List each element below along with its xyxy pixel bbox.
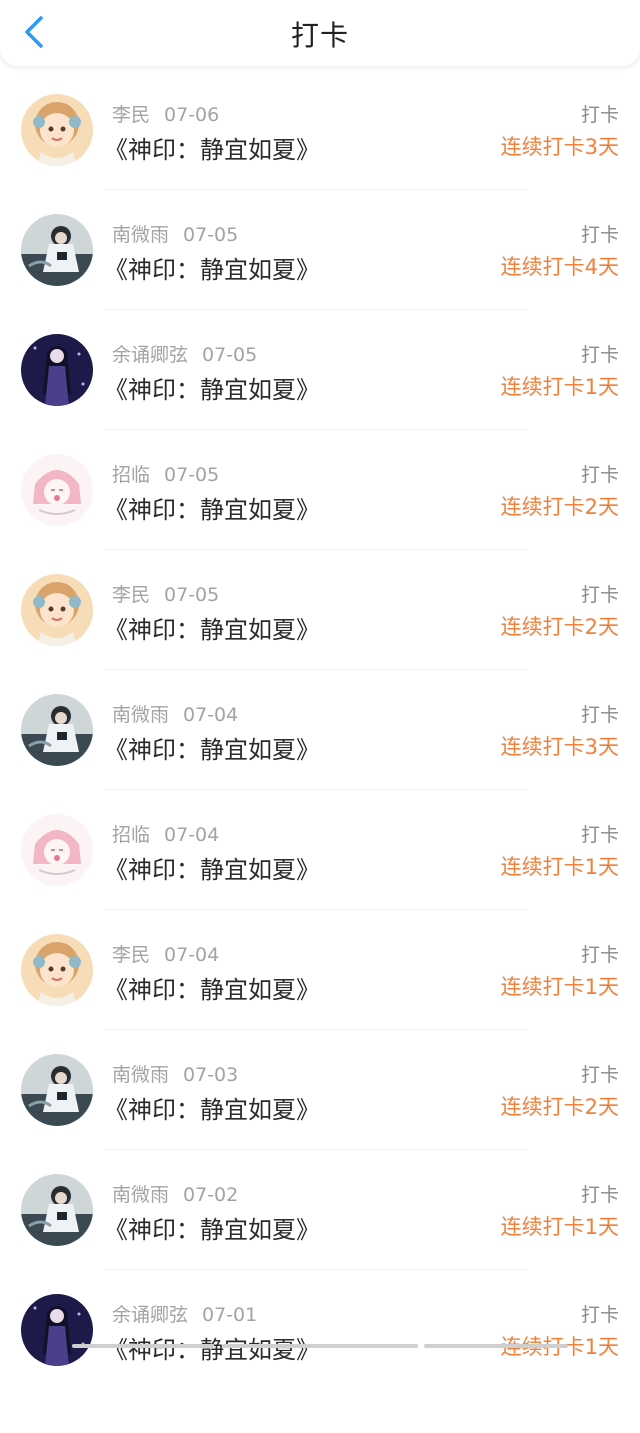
username[interactable]: 招临 [112, 824, 150, 846]
username[interactable]: 南微雨 [112, 224, 169, 246]
checkin-date: 07-01 [202, 1304, 258, 1326]
streak-label: 连续打卡1天 [500, 975, 619, 999]
divider [104, 309, 528, 310]
avatar[interactable] [21, 574, 93, 646]
book-title[interactable]: 《神印：静宜如夏》 [104, 850, 320, 885]
divider [104, 1149, 528, 1150]
username[interactable]: 余诵卿弦 [112, 344, 188, 366]
avatar[interactable] [21, 214, 93, 286]
book-title[interactable]: 《神印：静宜如夏》 [104, 130, 320, 165]
nav-header: 打卡 [0, 0, 640, 66]
checkin-tag: 打卡 [580, 1304, 619, 1326]
streak-label: 连续打卡1天 [500, 855, 619, 879]
checkin-date: 07-02 [183, 1184, 239, 1206]
list-item[interactable]: 南微雨 07-05 《神印：静宜如夏》 打卡 连续打卡4天 [0, 214, 640, 353]
username[interactable]: 李民 [112, 584, 150, 606]
divider [104, 1269, 528, 1270]
checkin-date: 07-06 [164, 104, 220, 126]
checkin-date: 07-03 [183, 1064, 239, 1086]
list-item[interactable]: 余诵卿弦07-01 《神印：静宜如夏》 打卡 连续打卡1天 [0, 1294, 640, 1433]
book-title[interactable]: 《神印：静宜如夏》 [104, 610, 320, 645]
checkin-date: 07-05 [164, 584, 220, 606]
username[interactable]: 南微雨 [112, 1184, 169, 1206]
username[interactable]: 李民 [112, 944, 150, 966]
checkin-tag: 打卡 [580, 224, 619, 246]
book-title[interactable]: 《神印：静宜如夏》 [104, 1090, 320, 1125]
streak-label: 连续打卡1天 [500, 1215, 619, 1239]
divider [104, 429, 528, 430]
avatar[interactable] [21, 454, 93, 526]
book-title[interactable]: 《神印：静宜如夏》 [104, 370, 320, 405]
divider [104, 789, 528, 790]
streak-label: 连续打卡3天 [500, 135, 619, 159]
username[interactable]: 招临 [112, 464, 150, 486]
list-item[interactable]: 余诵卿弦 07-05 《神印：静宜如夏》 打卡 连续打卡1天 [0, 334, 640, 473]
checkin-date: 07-04 [164, 824, 220, 846]
avatar[interactable] [21, 1294, 93, 1366]
checkin-tag: 打卡 [580, 464, 619, 486]
avatar[interactable] [21, 94, 93, 166]
divider [104, 1029, 528, 1030]
username[interactable]: 余诵卿弦 [112, 1304, 188, 1326]
list-item[interactable]: 李民 07-06 《神印：静宜如夏》 打卡 连续打卡3天 [0, 94, 640, 233]
checkin-tag: 打卡 [580, 104, 619, 126]
book-title[interactable]: 《神印：静宜如夏》 [104, 730, 320, 765]
checkin-tag: 打卡 [580, 704, 619, 726]
list-item[interactable]: 李民 07-04 《神印：静宜如夏》 打卡 连续打卡1天 [0, 934, 640, 1073]
list-item[interactable]: 南微雨 07-03 《神印：静宜如夏》 打卡 连续打卡2天 [0, 1054, 640, 1193]
avatar[interactable] [21, 1054, 93, 1126]
username[interactable]: 南微雨 [112, 704, 169, 726]
avatar[interactable] [21, 694, 93, 766]
divider [104, 549, 528, 550]
page-title: 打卡 [290, 19, 349, 52]
book-title[interactable]: 《神印：静宜如夏》 [104, 250, 320, 285]
list-item[interactable]: 南微雨 07-04 《神印：静宜如夏》 打卡 连续打卡3天 [0, 694, 640, 833]
streak-label: 连续打卡2天 [500, 495, 619, 519]
checkin-tag: 打卡 [580, 824, 619, 846]
checkin-date: 07-04 [164, 944, 220, 966]
avatar[interactable] [21, 334, 93, 406]
avatar[interactable] [21, 1174, 93, 1246]
checkin-tag: 打卡 [580, 944, 619, 966]
checkin-tag: 打卡 [580, 1184, 619, 1206]
checkin-tag: 打卡 [580, 344, 619, 366]
avatar[interactable] [21, 934, 93, 1006]
username[interactable]: 南微雨 [112, 1064, 169, 1086]
divider [104, 909, 528, 910]
list-item[interactable]: 招临 07-05 《神印：静宜如夏》 打卡 连续打卡2天 [0, 454, 640, 593]
checkin-tag: 打卡 [580, 1064, 619, 1086]
book-title[interactable]: 《神印：静宜如夏》 [104, 970, 320, 1005]
scroll-indicator [0, 1344, 640, 1349]
checkin-date: 07-05 [202, 344, 258, 366]
streak-label: 连续打卡2天 [500, 615, 619, 639]
book-title[interactable]: 《神印：静宜如夏》 [104, 1210, 320, 1245]
list-item[interactable]: 招临 07-04 《神印：静宜如夏》 打卡 连续打卡1天 [0, 814, 640, 953]
username[interactable]: 李民 [112, 104, 150, 126]
divider [104, 669, 528, 670]
list-item[interactable]: 南微雨 07-02 《神印：静宜如夏》 打卡 连续打卡1天 [0, 1174, 640, 1313]
streak-label: 连续打卡2天 [500, 1095, 619, 1119]
streak-label: 连续打卡3天 [500, 735, 619, 759]
checkin-date: 07-04 [183, 704, 239, 726]
streak-label: 连续打卡1天 [500, 375, 619, 399]
divider [104, 189, 528, 190]
checkin-date: 07-05 [183, 224, 239, 246]
checkin-tag: 打卡 [580, 584, 619, 606]
avatar[interactable] [21, 814, 93, 886]
checkin-date: 07-05 [164, 464, 220, 486]
book-title[interactable]: 《神印：静宜如夏》 [104, 490, 320, 525]
list-item[interactable]: 李民 07-05 《神印：静宜如夏》 打卡 连续打卡2天 [0, 574, 640, 713]
streak-label: 连续打卡4天 [500, 255, 619, 279]
